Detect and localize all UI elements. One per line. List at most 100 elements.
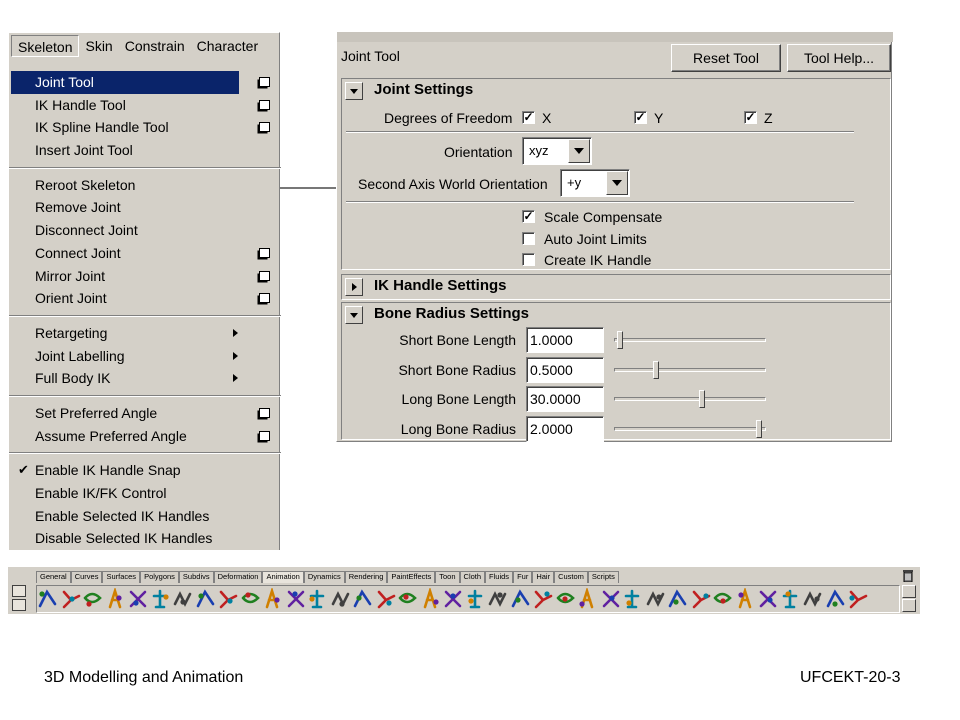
- bone-setting-field[interactable]: 1.0000: [526, 327, 604, 353]
- option-box-icon[interactable]: [259, 77, 270, 87]
- shelf-tab[interactable]: Hair: [532, 571, 555, 583]
- animation-tool-icon[interactable]: [532, 588, 553, 610]
- menu-item[interactable]: ✔ Enable IK Handle Snap: [11, 459, 277, 482]
- animation-tool-icon[interactable]: [510, 588, 531, 610]
- animation-tool-icon[interactable]: [172, 588, 193, 610]
- menu-item[interactable]: Joint Tool: [11, 71, 270, 94]
- shelf-tab[interactable]: Animation: [262, 571, 304, 583]
- menu-item[interactable]: Connect Joint: [11, 242, 277, 265]
- scale-compensate-checkbox[interactable]: ✓: [522, 210, 535, 223]
- animation-tool-icon[interactable]: [465, 588, 486, 610]
- shelf-tab[interactable]: Surfaces: [102, 571, 141, 583]
- shelf-tab-menu-button[interactable]: [12, 599, 26, 611]
- animation-tool-icon[interactable]: [780, 588, 801, 610]
- menu-item[interactable]: Orient Joint: [11, 287, 277, 310]
- shelf-menu-button[interactable]: [12, 585, 26, 597]
- bone-setting-slider[interactable]: [614, 419, 766, 438]
- option-box-icon[interactable]: [259, 247, 270, 258]
- scroll-up-icon[interactable]: [902, 585, 916, 598]
- menubar-character[interactable]: Character: [191, 35, 264, 57]
- animation-tool-icon[interactable]: [577, 588, 598, 610]
- menu-item[interactable]: Disable Selected IK Handles: [11, 527, 277, 550]
- ik-handle-settings-header[interactable]: IK Handle Settings: [342, 275, 890, 299]
- option-box-icon[interactable]: [259, 122, 270, 133]
- animation-tool-icon[interactable]: [397, 588, 418, 610]
- option-box-icon[interactable]: [259, 407, 270, 418]
- animation-tool-icon[interactable]: [330, 588, 351, 610]
- shelf-tab[interactable]: Subdivs: [178, 571, 214, 583]
- collapse-toggle-icon[interactable]: [345, 82, 363, 100]
- shelf-tab[interactable]: General: [36, 571, 71, 583]
- menu-item[interactable]: Assume Preferred Angle: [11, 425, 277, 448]
- animation-tool-icon[interactable]: [195, 588, 216, 610]
- animation-tool-icon[interactable]: [735, 588, 756, 610]
- menu-item[interactable]: Enable IK/FK Control: [11, 482, 277, 505]
- animation-tool-icon[interactable]: [555, 588, 576, 610]
- animation-tool-icon[interactable]: [307, 588, 328, 610]
- option-box-icon[interactable]: [259, 430, 270, 441]
- slider-handle[interactable]: [652, 360, 659, 379]
- animation-tool-icon[interactable]: [600, 588, 621, 610]
- dof-y-checkbox[interactable]: ✓: [634, 111, 647, 124]
- menu-item[interactable]: Set Preferred Angle: [11, 402, 277, 425]
- shelf-tab[interactable]: Toon: [435, 571, 460, 583]
- shelf-tab[interactable]: PaintEffects: [387, 571, 436, 583]
- animation-tool-icon[interactable]: [622, 588, 643, 610]
- animation-tool-icon[interactable]: [847, 588, 868, 610]
- menu-item[interactable]: Disconnect Joint: [11, 219, 277, 242]
- bone-radius-settings-header[interactable]: Bone Radius Settings: [342, 303, 890, 327]
- animation-tool-icon[interactable]: [240, 588, 261, 610]
- menu-item[interactable]: Remove Joint: [11, 196, 277, 219]
- menu-item[interactable]: Mirror Joint: [11, 265, 277, 288]
- menu-item[interactable]: IK Handle Tool: [11, 94, 277, 117]
- shelf-tab[interactable]: Fur: [513, 571, 533, 583]
- menu-item[interactable]: Insert Joint Tool: [11, 139, 277, 162]
- chevron-down-icon[interactable]: [606, 171, 628, 195]
- scroll-down-icon[interactable]: [902, 599, 916, 612]
- animation-tool-icon[interactable]: [352, 588, 373, 610]
- collapse-toggle-icon[interactable]: [345, 306, 363, 324]
- animation-tool-icon[interactable]: [127, 588, 148, 610]
- animation-tool-icon[interactable]: [667, 588, 688, 610]
- menu-item[interactable]: Joint Labelling: [11, 345, 277, 368]
- shelf-tab[interactable]: Polygons: [140, 571, 179, 583]
- shelf-tab[interactable]: Curves: [70, 571, 103, 583]
- menu-item[interactable]: Reroot Skeleton: [11, 174, 277, 197]
- animation-tool-icon[interactable]: [262, 588, 283, 610]
- slider-handle[interactable]: [699, 390, 705, 408]
- animation-tool-icon[interactable]: [82, 588, 103, 610]
- animation-tool-icon[interactable]: [442, 588, 463, 610]
- animation-tool-icon[interactable]: [375, 588, 396, 610]
- option-box-icon[interactable]: [259, 270, 270, 281]
- shelf-tab[interactable]: Deformation: [213, 571, 263, 583]
- menu-item[interactable]: Full Body IK: [11, 367, 277, 390]
- shelf-tab[interactable]: Custom: [554, 571, 588, 583]
- animation-tool-icon[interactable]: [60, 588, 81, 610]
- bone-setting-slider[interactable]: [614, 360, 766, 379]
- animation-tool-icon[interactable]: [712, 588, 733, 610]
- joint-settings-header[interactable]: Joint Settings: [342, 79, 890, 103]
- slider-handle[interactable]: [616, 331, 623, 349]
- tool-help-button[interactable]: Tool Help...: [787, 44, 891, 72]
- shelf-tab[interactable]: Dynamics: [303, 571, 345, 583]
- second-axis-dropdown[interactable]: +y: [560, 169, 630, 197]
- menu-item[interactable]: Retargeting: [11, 322, 277, 345]
- animation-tool-icon[interactable]: [487, 588, 508, 610]
- slider-handle[interactable]: [756, 419, 762, 438]
- bone-setting-slider[interactable]: [614, 331, 766, 349]
- option-box-icon[interactable]: [259, 99, 270, 110]
- animation-tool-icon[interactable]: [37, 588, 58, 610]
- bone-setting-field[interactable]: 30.0000: [526, 386, 604, 412]
- animation-tool-icon[interactable]: [825, 588, 846, 610]
- bone-setting-field[interactable]: 2.0000: [526, 415, 604, 442]
- animation-tool-icon[interactable]: [105, 588, 126, 610]
- animation-tool-icon[interactable]: [150, 588, 171, 610]
- bone-setting-field[interactable]: 0.5000: [526, 356, 604, 383]
- menubar-constrain[interactable]: Constrain: [119, 35, 191, 57]
- menu-item[interactable]: IK Spline Handle Tool: [11, 116, 277, 139]
- shelf-tab[interactable]: Fluids: [485, 571, 514, 583]
- bone-setting-slider[interactable]: [614, 390, 766, 408]
- reset-tool-button[interactable]: Reset Tool: [671, 44, 781, 72]
- animation-tool-icon[interactable]: [420, 588, 441, 610]
- trash-icon[interactable]: [902, 569, 914, 582]
